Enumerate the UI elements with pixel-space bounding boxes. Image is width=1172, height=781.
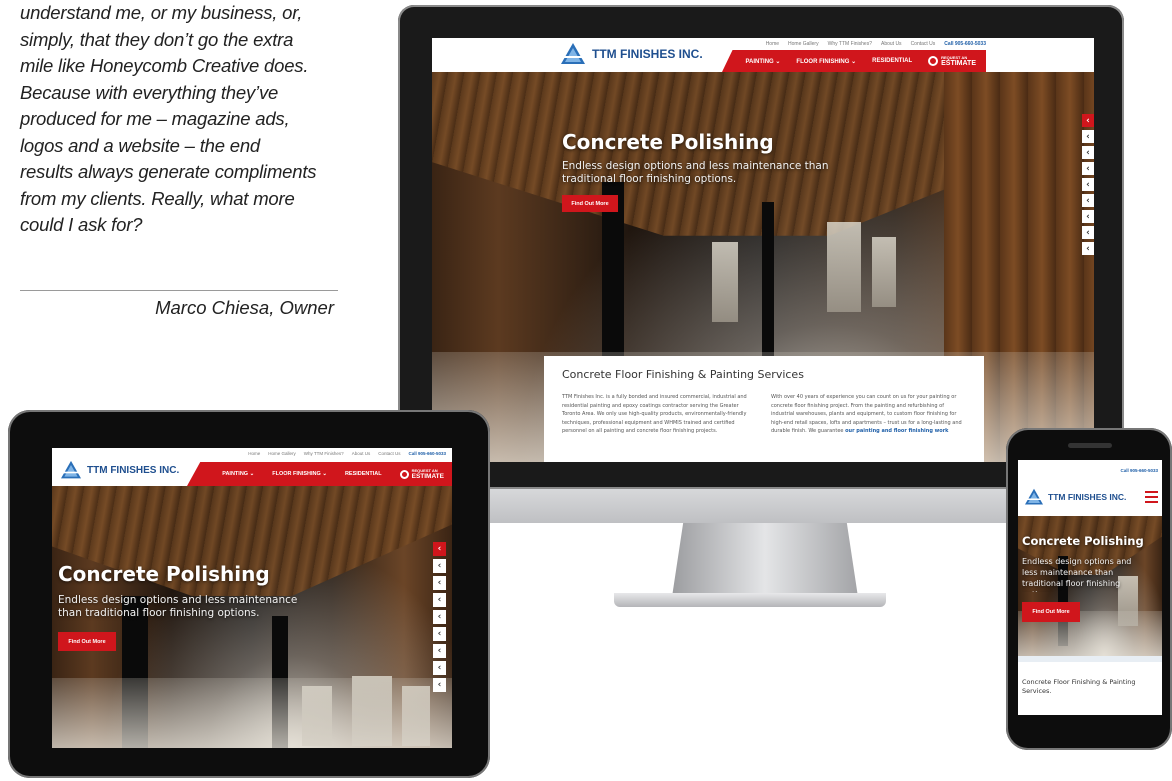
share-button[interactable]: ‹	[1082, 146, 1094, 159]
top-link-home[interactable]: Home	[766, 41, 779, 47]
main-navigation: PAINTING ⌄ FLOOR FINISHING ⌄ RESIDENTIAL…	[187, 462, 452, 486]
request-estimate-button[interactable]: REQUEST AN ESTIMATE	[399, 468, 444, 480]
site-logo[interactable]: TTM FINISHES INC.	[1024, 488, 1126, 506]
nav-item-residential[interactable]: RESIDENTIAL	[872, 58, 912, 64]
hamburger-menu-icon[interactable]	[1145, 491, 1158, 503]
nav-item-floor-finishing[interactable]: FLOOR FINISHING ⌄	[796, 58, 856, 65]
share-button[interactable]: ‹	[1082, 194, 1094, 207]
desktop-website-screen: TTM FINISHES INC. Home Home Gallery Why …	[432, 38, 1094, 462]
quote-divider	[20, 290, 338, 291]
share-button[interactable]: ‹	[433, 627, 446, 641]
logo-text: TTM FINISHES INC.	[87, 464, 180, 476]
share-toggle-button[interactable]: ‹	[433, 542, 446, 556]
section-title: Concrete Floor Finishing & Painting Serv…	[562, 368, 804, 381]
quote-line: mile like Honeycomb Creative does.	[20, 55, 309, 76]
share-button[interactable]: ‹	[1082, 178, 1094, 191]
share-toggle-button[interactable]: ‹	[1082, 114, 1094, 127]
top-link-gallery[interactable]: Home Gallery	[788, 41, 819, 47]
share-button[interactable]: ‹	[433, 610, 446, 624]
quote-line: from my clients. Really, what more	[20, 187, 295, 209]
share-button[interactable]: ‹	[1082, 130, 1094, 143]
hero-subtitle: Endless design options and less maintena…	[58, 594, 297, 620]
section-divider	[1018, 656, 1162, 662]
hero-subtitle: Endless design options and less maintena…	[1022, 557, 1132, 592]
services-column-1: TTM Finishes Inc. is a fully bonded and …	[562, 394, 747, 434]
share-button[interactable]: ‹	[433, 644, 446, 658]
hero-title: Concrete Polishing	[1022, 534, 1144, 548]
hero-subtitle-line: Endless design options and less maintena…	[58, 594, 298, 606]
social-share-bar: ‹ ‹ ‹ ‹ ‹ ‹ ‹ ‹ ‹	[433, 542, 446, 692]
share-button[interactable]: ‹	[1082, 242, 1094, 255]
nav-item-floor-finishing[interactable]: FLOOR FINISHING ⌄	[272, 471, 327, 477]
quote-line: produced for me – magazine ads,	[20, 108, 290, 129]
quote-author: Marco Chiesa, Owner	[155, 297, 334, 318]
share-button[interactable]: ‹	[1082, 162, 1094, 175]
quote-line: understand me, or my business, or,	[20, 2, 303, 23]
quote-line: simply, that they don’t go the extra	[20, 28, 294, 50]
logo-triangle-icon	[1025, 488, 1043, 505]
nav-item-painting[interactable]: PAINTING ⌄	[222, 471, 254, 477]
share-button[interactable]: ‹	[433, 593, 446, 607]
logo-triangle-icon	[561, 43, 585, 64]
quote-line: logos and a website – the end	[20, 134, 261, 156]
estimate-label-bottom: ESTIMATE	[411, 473, 444, 480]
top-utility-links: Home Home Gallery Why TTM Finishes? Abou…	[766, 41, 986, 47]
guarantee-link[interactable]: our painting and floor finishing work	[845, 428, 948, 434]
site-logo[interactable]: TTM FINISHES INC.	[560, 42, 703, 66]
hero-subtitle-line: Endless design options and less maintena…	[562, 160, 829, 172]
request-estimate-button[interactable]: REQUEST AN ESTIMATE	[928, 55, 976, 67]
mobile-website-screen: Call 905-660-5033 TTM FINISHES INC. Conc…	[1018, 460, 1162, 715]
services-column-2: With over 40 years of experience you can…	[771, 393, 966, 436]
monitor-stand-neck	[672, 523, 858, 597]
quote-line: Because with everything they’ve	[20, 81, 279, 103]
tablet-website-screen: TTM FINISHES INC. Home Home Gallery Why …	[52, 448, 452, 748]
top-link-gallery[interactable]: Home Gallery	[268, 451, 296, 456]
top-link-contact[interactable]: Contact Us	[911, 41, 936, 47]
testimonial-quote: understand me, or my business, or, simpl…	[20, 0, 350, 239]
share-button[interactable]: ‹	[433, 661, 446, 675]
phone-link[interactable]: Call 905-660-5033	[408, 451, 446, 456]
hero-subtitle-line: traditional floor finishing options.	[562, 173, 737, 185]
top-link-why[interactable]: Why TTM Finishes?	[304, 451, 344, 456]
section-title: Concrete Floor Finishing & Painting Serv…	[1022, 678, 1136, 695]
top-link-why[interactable]: Why TTM Finishes?	[828, 41, 872, 47]
top-link-contact[interactable]: Contact Us	[378, 451, 400, 456]
top-link-about[interactable]: About Us	[881, 41, 902, 47]
find-out-more-button[interactable]: Find Out More	[1022, 602, 1080, 622]
logo-text: TTM FINISHES INC.	[1048, 492, 1127, 502]
top-utility-links: Home Home Gallery Why TTM Finishes? Abou…	[248, 451, 446, 456]
share-button[interactable]: ‹	[433, 576, 446, 590]
main-navigation: PAINTING ⌄ FLOOR FINISHING ⌄ RESIDENTIAL…	[722, 50, 986, 72]
hero-title: Concrete Polishing	[562, 130, 774, 154]
logo-text: TTM FINISHES INC.	[592, 47, 703, 61]
top-link-home[interactable]: Home	[248, 451, 260, 456]
share-button[interactable]: ‹	[1082, 226, 1094, 239]
estimate-icon	[399, 469, 409, 479]
hero-subtitle-line: than traditional floor finishing options…	[58, 607, 260, 619]
site-header: TTM FINISHES INC. Home Home Gallery Why …	[52, 448, 452, 486]
share-button[interactable]: ‹	[1082, 210, 1094, 223]
quote-line: results always generate compliments	[20, 161, 317, 182]
top-link-about[interactable]: About Us	[352, 451, 371, 456]
find-out-more-button[interactable]: Find Out More	[58, 632, 116, 651]
share-button[interactable]: ‹	[433, 559, 446, 573]
nav-item-residential[interactable]: RESIDENTIAL	[345, 471, 382, 477]
estimate-label-bottom: ESTIMATE	[941, 60, 976, 67]
hero-subtitle: Endless design options and less maintena…	[562, 160, 829, 186]
quote-line: could I ask for?	[20, 214, 143, 235]
social-share-bar: ‹ ‹ ‹ ‹ ‹ ‹ ‹ ‹ ‹	[1082, 114, 1094, 255]
services-section: Concrete Floor Finishing & Painting Serv…	[544, 356, 984, 462]
phone-speaker	[1068, 443, 1112, 448]
find-out-more-button[interactable]: Find Out More	[562, 195, 618, 212]
nav-item-painting[interactable]: PAINTING ⌄	[745, 58, 780, 65]
logo-triangle-icon	[61, 460, 81, 479]
hero-title: Concrete Polishing	[58, 562, 270, 586]
estimate-icon	[928, 56, 939, 66]
monitor-stand-foot	[614, 593, 886, 607]
phone-link[interactable]: Call 905-660-5033	[944, 41, 986, 47]
phone-link[interactable]: Call 905-660-5033	[1120, 468, 1158, 473]
share-button[interactable]: ‹	[433, 678, 446, 692]
site-logo[interactable]: TTM FINISHES INC.	[60, 460, 179, 480]
site-header: TTM FINISHES INC. Home Home Gallery Why …	[432, 38, 1094, 72]
